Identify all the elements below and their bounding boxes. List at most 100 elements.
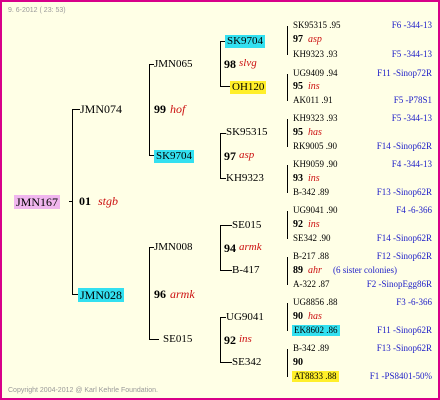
pedigree-frame: 9. 6-2012 ( 23: 53) Copyright 2004-2012 …	[0, 0, 440, 400]
gen5-left: EK8602 .86	[292, 325, 340, 336]
gen5-right: F3 -6-366	[396, 297, 432, 307]
gen5-left: AK011 .91	[293, 95, 333, 105]
gen5-right: F12 -Sinop62R	[376, 251, 432, 261]
connector	[72, 109, 80, 110]
gen5-left: B-342 .89	[293, 187, 329, 197]
gen5-note: (6 sister colonies)	[333, 265, 397, 275]
gen4-label: SK95315	[226, 126, 268, 138]
gen5-year: 89	[293, 265, 303, 276]
gen5-right: F1 -PS8401-50%	[369, 371, 432, 381]
gen5-year: 95	[293, 127, 303, 138]
gen5-year: 90	[293, 357, 303, 368]
gen5-right: F4 -6-366	[396, 205, 432, 215]
gen5-right: F2 -SinopEgg86R	[366, 279, 432, 289]
gen3-label: JMN065	[154, 58, 193, 70]
connector	[220, 317, 221, 363]
connector	[220, 225, 232, 226]
gen3-label: SE015	[163, 333, 193, 345]
gen5-code: ins	[308, 173, 320, 184]
connector	[287, 257, 288, 285]
gen5-year: 93	[293, 173, 303, 184]
gen4-label: UG9041	[226, 311, 264, 323]
gen5-right: F4 -344-13	[391, 159, 432, 169]
gen4-label: KH9323	[226, 172, 264, 184]
connector	[287, 26, 288, 55]
copyright: Copyright 2004-2012 @ Karl Kehrle Founda…	[8, 387, 158, 394]
gen5-right: F14 -Sinop62R	[376, 141, 432, 151]
gen5-code: has	[308, 311, 322, 322]
gen5-code: ins	[308, 219, 320, 230]
gen5-right: F5 -344-13	[391, 113, 432, 123]
connector	[287, 349, 288, 377]
gen3-label: JMN008	[154, 241, 193, 253]
gen5-right: F6 -344-13	[391, 20, 432, 30]
gen4-year: 97	[224, 149, 236, 163]
gen3-year: 99	[154, 102, 166, 116]
gen4-code: ins	[239, 333, 252, 345]
gen5-code: has	[308, 127, 322, 138]
gen4-label: SE015	[232, 219, 262, 231]
gen5-code: asp	[308, 34, 322, 45]
timestamp: 9. 6-2012 ( 23: 53)	[8, 7, 66, 14]
gen5-right: F13 -Sinop62R	[376, 343, 432, 353]
gen5-right: F11 -Sinop72R	[377, 68, 432, 78]
connector	[287, 165, 288, 193]
gen4-label: SK9704	[225, 35, 266, 48]
gen5-code: ins	[308, 81, 320, 92]
gen5-left: B-342 .89	[293, 343, 329, 353]
root-breeder-code: stgb	[98, 194, 119, 208]
gen5-left: UG9409 .94	[293, 68, 338, 78]
gen4-label: SE342	[232, 356, 262, 368]
gen4-year: 98	[224, 57, 236, 71]
connector	[220, 133, 221, 179]
gen5-year: 97	[293, 34, 303, 45]
gen3-code: armk	[170, 287, 195, 301]
gen5-left: KH9059 .90	[293, 159, 338, 169]
gen5-right: F5 -344-13	[391, 49, 432, 59]
connector	[287, 74, 288, 101]
connector	[220, 86, 230, 87]
gen5-left: SK95315 .95	[293, 20, 341, 30]
connector	[149, 64, 150, 156]
gen5-right: F5 -P78S1	[393, 95, 432, 105]
gen5-left: UG9041 .90	[293, 205, 338, 215]
gen3-year: 96	[154, 287, 166, 301]
gen4-label: OH120	[230, 81, 267, 94]
gen5-left: UG8856 .88	[293, 297, 338, 307]
gen5-left: AT8833 .88	[292, 371, 339, 382]
gen5-right: F11 -Sinop62R	[377, 325, 432, 335]
gen4-label: B-417	[232, 264, 260, 276]
gen4-code: slvg	[239, 57, 257, 69]
gen4-year: 94	[224, 241, 236, 255]
connector	[287, 303, 288, 331]
gen5-code: ahr	[308, 265, 322, 276]
gen5-left: KH9323 .93	[293, 113, 338, 123]
connector	[287, 211, 288, 239]
gen4-year: 92	[224, 333, 236, 347]
gen5-right: F14 -Sinop62R	[376, 233, 432, 243]
gen5-left: A-322 .87	[293, 279, 330, 289]
gen3-label: SK9704	[154, 150, 195, 163]
connector	[72, 109, 73, 295]
connector	[220, 41, 221, 87]
gen5-left: B-217 .88	[293, 251, 329, 261]
connector	[287, 119, 288, 147]
connector	[220, 270, 232, 271]
gen5-year: 95	[293, 81, 303, 92]
gen3-code: hof	[170, 102, 186, 116]
connector	[149, 247, 150, 340]
root-year: 01	[79, 194, 91, 208]
gen5-right: F13 -Sinop62R	[376, 187, 432, 197]
dam-line-label: JMN028	[78, 288, 125, 302]
gen4-code: asp	[239, 149, 255, 161]
gen5-year: 92	[293, 219, 303, 230]
connector	[149, 339, 159, 340]
root-queen-label: JMN167	[14, 195, 61, 209]
gen5-year: 90	[293, 311, 303, 322]
sire-line-label: JMN074	[80, 102, 123, 116]
gen5-left: KH9323 .93	[293, 49, 338, 59]
gen5-left: SE342 .90	[293, 233, 331, 243]
gen4-code: armk	[239, 241, 262, 253]
connector	[220, 362, 232, 363]
gen5-left: RK9005 .90	[293, 141, 338, 151]
